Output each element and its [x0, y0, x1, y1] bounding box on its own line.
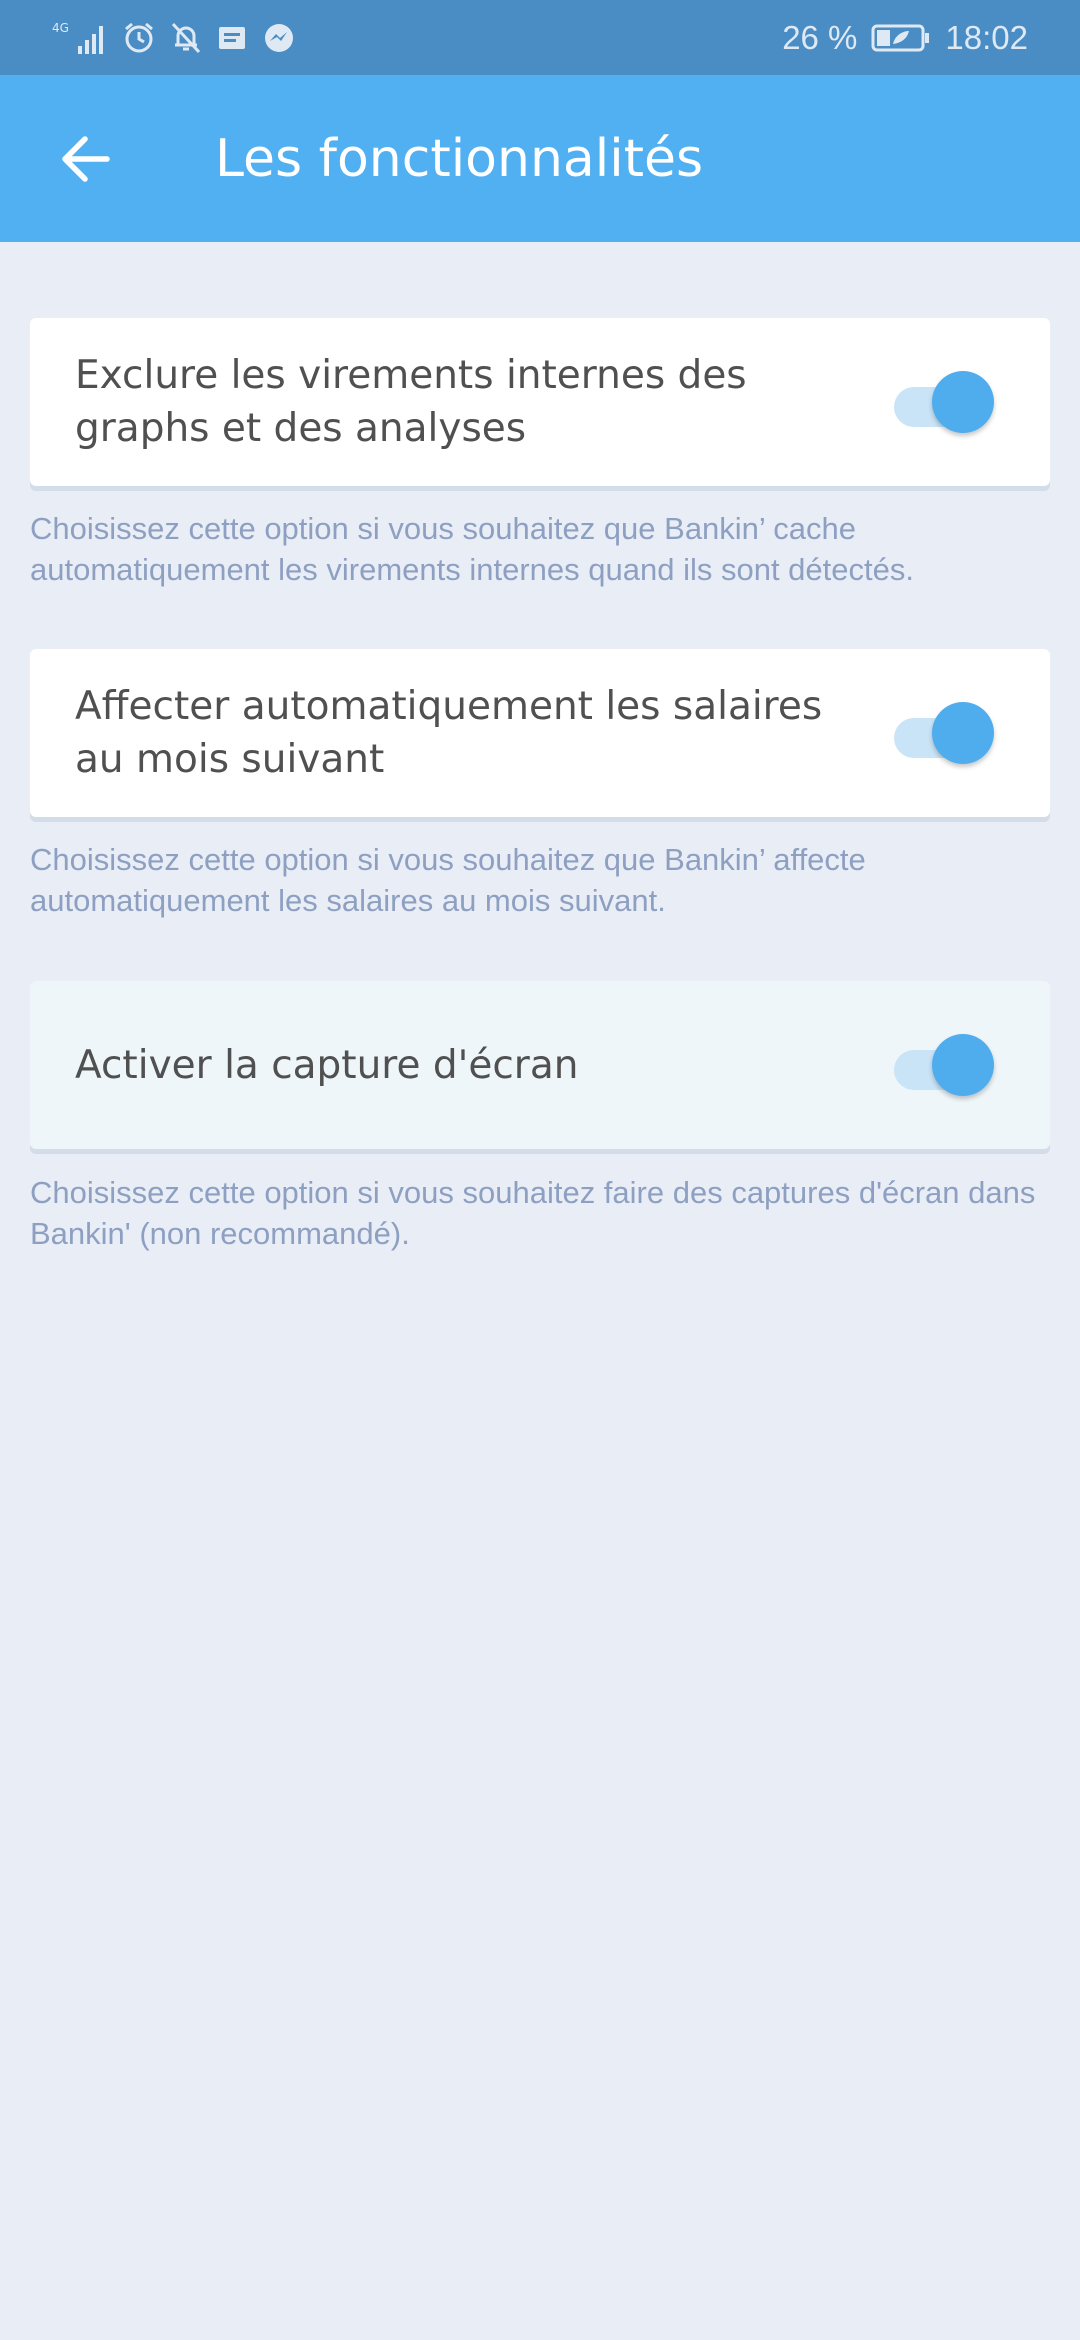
battery-icon [871, 18, 931, 58]
toggle-thumb [932, 1034, 994, 1096]
screen-capture-toggle[interactable] [894, 1034, 994, 1096]
setting-card-exclude-transfers[interactable]: Exclure les virements internes des graph… [30, 318, 1050, 486]
battery-percentage: 26 % [782, 18, 858, 56]
clock: 18:02 [945, 18, 1028, 56]
salary-next-month-toggle[interactable] [894, 702, 994, 764]
svg-text:4G: 4G [52, 21, 69, 35]
setting-card-screen-capture[interactable]: Activer la capture d'écran [30, 981, 1050, 1149]
toggle-thumb [932, 702, 994, 764]
back-button[interactable] [30, 104, 140, 214]
app-bar: Les fonctionnalités [0, 75, 1080, 242]
alarm-icon [122, 18, 156, 58]
messenger-icon [262, 18, 296, 58]
setting-hint: Choisissez cette option si vous souhaite… [30, 511, 914, 587]
status-icons-right: 26 % 18:02 [782, 18, 1028, 58]
setting-hint: Choisissez cette option si vous souhaite… [30, 842, 866, 918]
setting-label: Affecter automatiquement les salaires au… [75, 684, 823, 782]
message-icon [216, 18, 248, 58]
status-icons-left: 4G [52, 18, 296, 58]
setting-label: Exclure les virements internes des graph… [75, 353, 747, 451]
setting-card-salary-next-month[interactable]: Affecter automatiquement les salaires au… [30, 649, 1050, 817]
arrow-back-icon [62, 135, 110, 182]
status-bar: 4G 26 % 18:02 [0, 0, 1080, 75]
page-title: Les fonctionnalités [215, 128, 704, 189]
signal-icon: 4G [52, 18, 108, 58]
notifications-off-icon [170, 18, 202, 58]
setting-hint: Choisissez cette option si vous souhaite… [30, 1175, 1036, 1251]
toggle-thumb [932, 371, 994, 433]
exclude-transfers-toggle[interactable] [894, 371, 994, 433]
setting-label: Activer la capture d'écran [75, 1042, 579, 1088]
